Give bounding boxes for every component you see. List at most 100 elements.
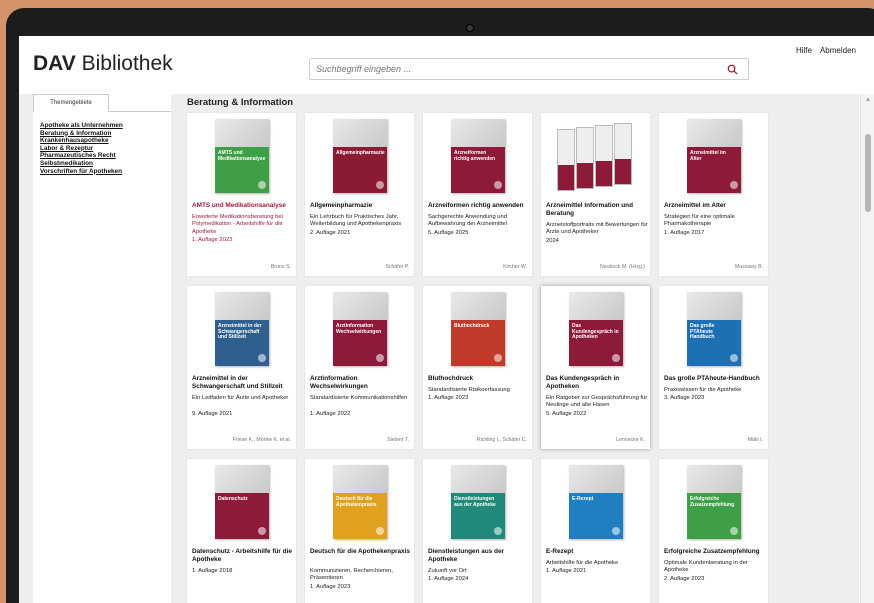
book-cover-image[interactable]: Erfolgreiche Zusatzempfehlung (687, 465, 741, 539)
search-input[interactable] (310, 59, 710, 79)
book-cover-image[interactable]: E-Rezept (569, 465, 623, 539)
book-grid: AMTS und Medikationsanalyse AMTS und Medi… (184, 113, 854, 603)
book-card[interactable]: Arzneiformen richtig anwenden Arzneiforme… (423, 113, 532, 276)
book-card[interactable]: Bluthochdruck Bluthochdruck Standardisiert… (423, 286, 532, 449)
book-edition: 2. Auflage 2021 (310, 229, 351, 236)
cover-title: Bluthochdruck (454, 323, 490, 329)
tab-themengebiete[interactable]: Themengebiete (33, 94, 109, 112)
logout-link[interactable]: Abmelden (820, 46, 856, 55)
book-subtitle: Praxiswissen für die Apotheke (664, 387, 742, 393)
book-subtitle: Optimale Kundenberatung in der Apotheke (664, 560, 748, 574)
book-subtitle: Ein Lehrbuch für Praktisches Jahr, Weite… (310, 214, 402, 228)
book-cover-image[interactable]: Arzneiformen richtig anwenden (451, 119, 505, 193)
book-author: Lennecke K. (616, 437, 645, 443)
book-edition: 1. Auflage 2017 (664, 229, 705, 236)
book-cover-image[interactable]: Bluthochdruck (451, 292, 505, 366)
book-title[interactable]: Arzneimittel im Alter (664, 202, 764, 210)
cover-title: Das große PTAheute Handbuch (690, 323, 715, 341)
book-author: Mäki I. (747, 437, 763, 443)
sidebar-item-apotheke-als-unternehmen[interactable]: Apotheke als Unternehmen (40, 122, 123, 130)
book-author: Friese K., Mörike K. et al. (232, 437, 291, 443)
book-cover-image[interactable]: Datenschutz (215, 465, 269, 539)
cover-title: Deutsch für die Apothekenpraxis (336, 496, 377, 508)
book-title[interactable]: Bluthochdruck (428, 375, 528, 383)
book-card[interactable]: Arzneimittel Information und Beratung Arz… (541, 113, 650, 276)
book-author: Bruno S. (270, 264, 291, 270)
book-edition: 1. Auflage 2021 (546, 568, 587, 575)
sidebar-item-krankenhausapotheke[interactable]: Krankenhausapotheke (40, 137, 123, 145)
book-title[interactable]: Das Kundengespräch in Apotheken (546, 375, 646, 390)
book-card[interactable]: Arzneimittel in der Schwangerschaft und … (187, 286, 296, 449)
scroll-up-arrow-icon[interactable]: ▲ (865, 97, 871, 103)
cover-title: Arztinformation Wechselwirkungen (336, 323, 382, 335)
sidebar-item-labor-rezeptur[interactable]: Labor & Rezeptur (40, 145, 123, 153)
book-cover-image[interactable]: Arztinformation Wechselwirkungen (333, 292, 387, 366)
book-cover-image[interactable]: AMTS und Medikationsanalyse (215, 119, 269, 193)
book-edition: 2. Auflage 2023 (664, 575, 705, 582)
section-title: Beratung & Information (187, 97, 294, 108)
book-title[interactable]: AMTS und Medikationsanalyse (192, 202, 292, 210)
book-card[interactable]: Arztinformation Wechselwirkungen Arztinfo… (305, 286, 414, 449)
search-box[interactable] (309, 58, 749, 80)
book-title[interactable]: E-Rezept (546, 548, 646, 556)
book-subtitle: Kommunizieren, Recherchieren, Präsentier… (310, 568, 393, 582)
book-card[interactable]: Deutsch für die Apothekenpraxis Deutsch f… (305, 459, 414, 603)
cover-title: Arzneiformen richtig anwenden (454, 150, 496, 162)
book-card[interactable]: Datenschutz Datenschutz - Arbeitshilfe fü… (187, 459, 296, 603)
scrollbar-thumb[interactable] (865, 134, 871, 212)
book-cover-image[interactable]: Allgemeinpharmazie (333, 119, 387, 193)
screen: Hilfe Abmelden DAV Bibliothek Themengebi… (19, 36, 874, 603)
book-card[interactable]: Das große PTAheute Handbuch Das große PTA… (659, 286, 768, 449)
book-card[interactable]: AMTS und Medikationsanalyse AMTS und Medi… (187, 113, 296, 276)
book-subtitle: Arzneistoffportraits mit Bewertungen für… (546, 222, 648, 236)
book-subtitle: Ein Leitfaden für Ärzte und Apotheker (192, 395, 289, 401)
sidebar-item-pharmazeutisches-recht[interactable]: Pharmazeutisches Recht (40, 152, 123, 160)
book-title[interactable]: Dienstleistungen aus der Apotheke (428, 548, 528, 563)
logo-text: Bibliothek (75, 52, 173, 75)
book-subtitle: Sachgerechte Anwendung und Aufbewahrung … (428, 214, 507, 228)
book-card[interactable]: Das Kundengespräch in Apotheken Das Kunde… (541, 286, 650, 449)
logo-bold: DAV (33, 52, 76, 75)
sidebar-item-selbstmedikation[interactable]: Selbstmedikation (40, 160, 123, 168)
cover-title: Datenschutz (218, 496, 248, 502)
book-author: Richling I., Schäfer C. (476, 437, 527, 443)
book-cover-image[interactable]: Deutsch für die Apothekenpraxis (333, 465, 387, 539)
book-title[interactable]: Arztinformation Wechselwirkungen (310, 375, 410, 390)
book-cover-image[interactable] (553, 119, 639, 193)
book-card[interactable]: Arzneimittel im Alter Arzneimittel im Alt… (659, 113, 768, 276)
book-card[interactable]: Dienstleistungen aus der Apotheke Dienstl… (423, 459, 532, 603)
book-title[interactable]: Arzneiformen richtig anwenden (428, 202, 528, 210)
book-title[interactable]: Arzneimittel in der Schwangerschaft und … (192, 375, 292, 390)
book-author: Neubeck M. (Hrsg.) (600, 264, 645, 270)
book-title[interactable]: Arzneimittel Information und Beratung (546, 202, 646, 217)
book-cover-image[interactable]: Arzneimittel in der Schwangerschaft und … (215, 292, 269, 366)
book-edition: 1. Auflage 2024 (428, 576, 469, 583)
book-cover-image[interactable]: Das Kundengespräch in Apotheken (569, 292, 623, 366)
book-card[interactable]: E-Rezept E-Rezept Arbeitshilfe für die Apo… (541, 459, 650, 603)
book-card[interactable]: Allgemeinpharmazie Allgemeinpharmazie Ein … (305, 113, 414, 276)
book-cover-image[interactable]: Das große PTAheute Handbuch (687, 292, 741, 366)
book-subtitle: Standardisierte Kommunikationshilfen (310, 395, 408, 401)
book-edition: 1. Auflage 2023 (428, 395, 469, 402)
book-edition: 2024 (546, 237, 559, 244)
book-title[interactable]: Datenschutz - Arbeitshilfe für die Apoth… (192, 548, 292, 563)
sidebar-item-vorschriften[interactable]: Vorschriften für Apotheken (40, 168, 123, 176)
book-subtitle: Ein Ratgeber zur Gesprächsführung für Ne… (546, 395, 648, 409)
scrollbar[interactable]: ▲ (860, 94, 874, 603)
book-title[interactable]: Das große PTAheute-Handbuch (664, 375, 764, 383)
sidebar-item-beratung-information[interactable]: Beratung & Information (40, 130, 123, 138)
logo[interactable]: DAV Bibliothek (33, 52, 173, 76)
book-title[interactable]: Deutsch für die Apothekenpraxis (310, 548, 410, 556)
help-link[interactable]: Hilfe (796, 46, 812, 55)
book-edition: 1. Auflage 2022 (310, 410, 351, 417)
book-title[interactable]: Allgemeinpharmazie (310, 202, 410, 210)
book-subtitle: Zukunft vor Ort (428, 568, 467, 574)
book-title[interactable]: Erfolgreiche Zusatzempfehlung (664, 548, 764, 556)
book-card[interactable]: Erfolgreiche Zusatzempfehlung Erfolgreich… (659, 459, 768, 603)
book-subtitle: Standardisierte Risikoerfassung (428, 387, 510, 393)
book-cover-image[interactable]: Arzneimittel im Alter (687, 119, 741, 193)
book-cover-image[interactable]: Dienstleistungen aus der Apotheke (451, 465, 505, 539)
search-icon[interactable] (727, 64, 738, 75)
book-edition: 9. Auflage 2021 (192, 410, 233, 417)
book-edition: 1. Auflage 2018 (192, 568, 233, 574)
